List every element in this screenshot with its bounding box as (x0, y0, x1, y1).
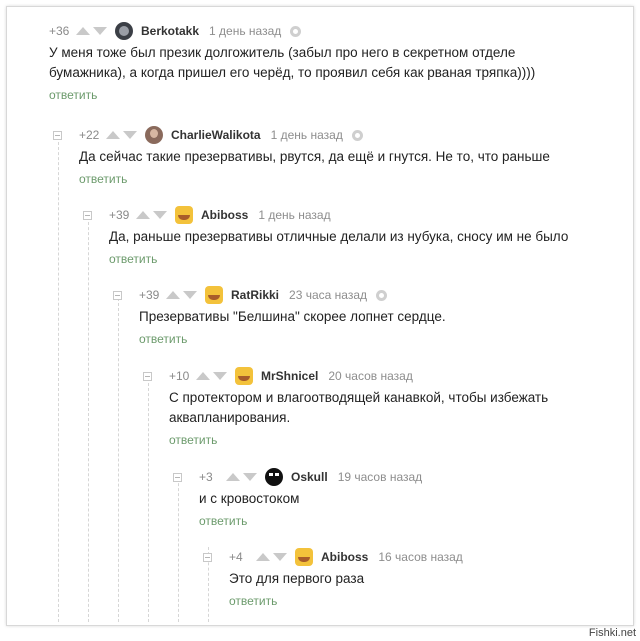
downvote-icon[interactable] (93, 27, 107, 35)
comment: +39 RatRikki 23 часа назад Презервативы … (113, 285, 619, 346)
reply-link[interactable]: ответить (109, 252, 619, 266)
gear-icon[interactable] (376, 289, 387, 301)
avatar[interactable] (235, 367, 253, 385)
comment-username[interactable]: Oskull (291, 470, 328, 484)
comment: +10 MrShnicel 20 часов назад С протектор… (143, 366, 619, 447)
avatar[interactable] (295, 548, 313, 566)
watermark: Fishki.net (588, 627, 636, 639)
collapse-toggle-icon[interactable] (53, 131, 62, 140)
thread-line (148, 373, 149, 622)
reply-link[interactable]: ответить (169, 433, 619, 447)
thread-line (58, 132, 59, 622)
upvote-icon[interactable] (136, 211, 150, 219)
comment-rating: +10 (169, 369, 190, 383)
gear-icon[interactable] (290, 25, 302, 37)
comment-time: 23 часа назад (289, 288, 367, 302)
comment-header: +4 Abiboss 16 часов назад (229, 547, 619, 567)
comment: +4 Abiboss 16 часов назад Это для первог… (203, 547, 619, 608)
avatar[interactable] (265, 468, 283, 486)
reply-link[interactable]: ответить (49, 88, 619, 102)
upvote-icon[interactable] (106, 131, 120, 139)
comments-panel: +36 Berkotakk 1 день назад У меня тоже б… (6, 6, 634, 626)
comment-username[interactable]: Abiboss (321, 550, 368, 564)
thread-line (88, 212, 89, 622)
avatar[interactable] (145, 126, 163, 144)
downvote-icon[interactable] (123, 131, 137, 139)
comment-username[interactable]: RatRikki (231, 288, 279, 302)
downvote-icon[interactable] (213, 372, 227, 380)
comment-time: 1 день назад (270, 128, 343, 142)
comment-header: +22 CharlieWalikota 1 день назад (79, 125, 619, 145)
comment-header: +39 Abiboss 1 день назад (109, 205, 619, 225)
comment-text: Да, раньше презервативы отличные делали … (109, 229, 569, 244)
downvote-icon[interactable] (273, 553, 287, 561)
comment: +36 Berkotakk 1 день назад У меня тоже б… (49, 21, 619, 102)
comment-header: +36 Berkotakk 1 день назад (49, 21, 619, 41)
downvote-icon[interactable] (183, 291, 197, 299)
downvote-icon[interactable] (153, 211, 167, 219)
comment-rating: +4 (229, 550, 243, 564)
collapse-toggle-icon[interactable] (203, 553, 212, 562)
comment: +22 CharlieWalikota 1 день назад Да сейч… (53, 125, 619, 186)
avatar[interactable] (175, 206, 193, 224)
comment-username[interactable]: MrShnicel (261, 369, 318, 383)
reply-link[interactable]: ответить (229, 594, 619, 608)
comment-text: Да сейчас такие презервативы, рвутся, да… (79, 149, 550, 164)
downvote-icon[interactable] (243, 473, 257, 481)
collapse-toggle-icon[interactable] (83, 211, 92, 220)
collapse-toggle-icon[interactable] (173, 473, 182, 482)
comment-rating: +39 (109, 208, 130, 222)
comment-header: +10 MrShnicel 20 часов назад (169, 366, 619, 386)
comment: +39 Abiboss 1 день назад Да, раньше през… (83, 205, 619, 266)
upvote-icon[interactable] (166, 291, 180, 299)
comment-username[interactable]: Berkotakk (141, 24, 199, 38)
reply-link[interactable]: ответить (79, 172, 619, 186)
comment-header: +39 RatRikki 23 часа назад (139, 285, 619, 305)
comment-time: 16 часов назад (378, 550, 463, 564)
gear-icon[interactable] (351, 129, 363, 141)
thread-line (118, 293, 119, 622)
comment-text: У меня тоже был презик долгожитель (забы… (49, 45, 536, 80)
upvote-icon[interactable] (76, 27, 90, 35)
comment-rating: +39 (139, 288, 160, 302)
upvote-icon[interactable] (226, 473, 240, 481)
comment: +3 Oskull 19 часов назад и с кровостоком… (173, 467, 619, 528)
comment-rating: +3 (199, 470, 213, 484)
comment-header: +3 Oskull 19 часов назад (199, 467, 619, 487)
avatar[interactable] (205, 286, 223, 304)
comment-text: Презервативы "Белшина" скорее лопнет сер… (139, 309, 446, 324)
comment-rating: +36 (49, 24, 70, 38)
avatar[interactable] (115, 22, 133, 40)
comment-time: 20 часов назад (328, 369, 413, 383)
comment-text: и с кровостоком (199, 491, 300, 506)
reply-link[interactable]: ответить (139, 332, 619, 346)
collapse-toggle-icon[interactable] (113, 291, 122, 300)
comment-time: 1 день назад (258, 208, 331, 222)
collapse-toggle-icon[interactable] (143, 372, 152, 381)
comment-username[interactable]: CharlieWalikota (171, 128, 261, 142)
comment-text: Это для первого раза (229, 571, 365, 586)
reply-link[interactable]: ответить (199, 514, 619, 528)
upvote-icon[interactable] (196, 372, 210, 380)
thread-line (178, 473, 179, 622)
comment-time: 19 часов назад (337, 470, 423, 484)
comment-rating: +22 (79, 128, 100, 142)
comment-time: 1 день назад (209, 24, 282, 38)
comment-text: С протектором и влагоотводящей канавкой,… (169, 390, 549, 425)
comment-username[interactable]: Abiboss (201, 208, 248, 222)
upvote-icon[interactable] (256, 553, 270, 561)
